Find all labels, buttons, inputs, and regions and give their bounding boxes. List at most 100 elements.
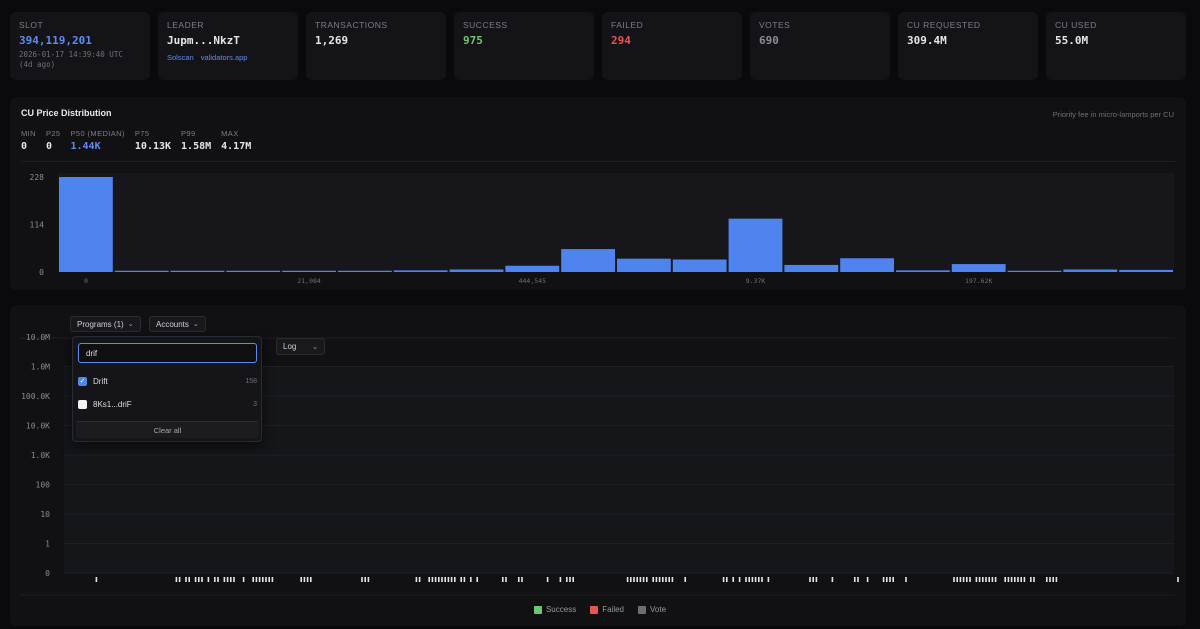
histogram-x-tick: 9.37K: [746, 277, 766, 285]
tx-tick-mark: [988, 577, 990, 582]
tx-y-tick: 10.0K: [26, 422, 50, 431]
tx-tick-mark: [1020, 577, 1022, 582]
program-option-8ks1[interactable]: 8Ks1...driF 3: [78, 396, 257, 412]
tx-tick-mark: [1004, 577, 1006, 582]
tx-tick-mark: [889, 577, 891, 582]
tx-tick-mark: [658, 577, 661, 582]
cu-used-value: 55.0M: [1055, 34, 1089, 47]
tx-tick-mark: [95, 577, 98, 582]
legend-item-vote[interactable]: Vote: [638, 605, 666, 614]
cu-price-panel: CU Price Distribution Priority fee in mi…: [10, 97, 1186, 290]
tx-tick-mark: [303, 577, 306, 582]
leader-label: LEADER: [167, 20, 205, 30]
legend-label: Vote: [650, 605, 667, 614]
tx-tick-mark: [559, 577, 562, 582]
programs-dropdown: ✓ Drift 158 8Ks1...driF 3 Clear all: [72, 336, 262, 442]
histogram-bar: [784, 264, 839, 272]
tx-tick-mark: [1014, 577, 1016, 582]
tx-tick-mark: [367, 577, 370, 582]
program-option-drift[interactable]: ✓ Drift 158: [78, 373, 257, 389]
clear-all-button[interactable]: Clear all: [76, 421, 259, 438]
cu-requested-card: CU REQUESTED 309.4M: [898, 12, 1038, 80]
leader-card: LEADER Jupm...NkzT Solscan validators.ap…: [158, 12, 298, 80]
checkbox-checked-icon[interactable]: ✓: [78, 376, 87, 386]
tx-tick-mark: [201, 577, 203, 582]
tx-tick-mark: [418, 577, 421, 582]
tx-tick-mark: [233, 577, 235, 582]
success-value: 975: [463, 34, 483, 47]
tx-tick-mark: [969, 577, 971, 582]
tx-tick-mark: [726, 577, 728, 582]
tx-tick-mark: [310, 577, 312, 582]
histogram-bar: [449, 269, 504, 272]
tx-tick-mark: [207, 577, 210, 582]
tx-tick-mark: [758, 577, 760, 582]
checkbox-unchecked-icon[interactable]: [78, 399, 87, 409]
tx-y-tick: 100.0K: [21, 392, 50, 401]
tx-tick-mark: [982, 577, 984, 582]
tx-tick-mark: [194, 577, 197, 582]
accounts-filter-button[interactable]: Accounts ⌄: [149, 316, 206, 332]
legend-label: Failed: [602, 605, 624, 614]
tx-y-tick: 100: [36, 481, 51, 490]
slot-value[interactable]: 394,119,201: [19, 34, 141, 47]
histogram-plot-area: [58, 173, 1174, 272]
tx-tick-mark: [671, 577, 674, 582]
slot-card: SLOT 394,119,201 2026-01-17 14:39:40 UTC…: [10, 12, 150, 80]
tx-tick-mark: [815, 577, 818, 582]
tx-tick-mark: [655, 577, 658, 582]
histogram-bar: [338, 270, 392, 272]
histogram-bar: [840, 258, 894, 272]
votes-value: 690: [759, 34, 779, 47]
program-option-label: 8Ks1...driF: [93, 399, 132, 409]
tx-tick-mark: [905, 577, 907, 582]
tx-tick-mark: [761, 577, 763, 582]
tx-tick-mark: [857, 577, 859, 582]
validators-app-link[interactable]: validators.app: [201, 53, 248, 62]
tx-y-tick: 10.0M: [26, 333, 50, 342]
tx-tick-mark: [434, 577, 437, 582]
tx-tick-mark: [636, 577, 638, 582]
tx-tick-mark: [463, 577, 466, 582]
accounts-filter-label: Accounts: [156, 319, 189, 329]
tx-y-tick: 10: [40, 510, 50, 519]
tx-tick-mark: [962, 577, 965, 582]
tx-tick-mark: [642, 577, 645, 582]
legend-item-success[interactable]: Success: [533, 605, 576, 614]
tx-tick-mark: [569, 577, 571, 582]
histogram-bar: [282, 270, 336, 272]
solscan-link[interactable]: Solscan: [167, 53, 194, 62]
tx-tick-mark: [300, 577, 302, 582]
cu-requested-value: 309.4M: [907, 34, 947, 47]
programs-filter-button[interactable]: Programs (1) ⌄: [70, 316, 141, 332]
tx-tick-mark: [1177, 577, 1179, 582]
histogram-bar: [561, 249, 615, 272]
legend-swatch: [590, 605, 599, 614]
tx-tick-mark: [751, 577, 754, 582]
histogram-bar: [617, 258, 671, 272]
votes-label: VOTES: [759, 20, 791, 30]
tx-tick-mark: [476, 577, 478, 582]
histogram-bar: [672, 259, 727, 272]
legend-item-failed[interactable]: Failed: [590, 605, 624, 614]
program-search-input[interactable]: [78, 343, 257, 363]
failed-value: 294: [611, 34, 631, 47]
histogram-bar: [226, 270, 281, 272]
tx-tick-mark: [518, 577, 520, 582]
histogram-x-tick: 444,545: [519, 277, 546, 285]
transactions-card: TRANSACTIONS 1,269: [306, 12, 446, 80]
tx-tick-mark: [866, 577, 869, 582]
tx-tick-mark: [1007, 577, 1010, 582]
histogram-x-tick: 21,084: [297, 277, 321, 285]
scale-select[interactable]: Log ⌄: [276, 338, 325, 355]
tx-tick-mark: [470, 577, 472, 582]
slot-ago: (4d ago): [19, 60, 56, 69]
cu-used-label: CU USED: [1055, 20, 1097, 30]
histogram-bar: [170, 270, 225, 272]
tx-tick-mark: [566, 577, 568, 582]
tx-tick-mark: [226, 577, 229, 582]
tx-y-tick: 0: [45, 569, 50, 578]
tx-tick-mark: [415, 577, 418, 582]
tx-tick-mark: [361, 577, 363, 582]
tx-tick-mark: [722, 577, 725, 582]
